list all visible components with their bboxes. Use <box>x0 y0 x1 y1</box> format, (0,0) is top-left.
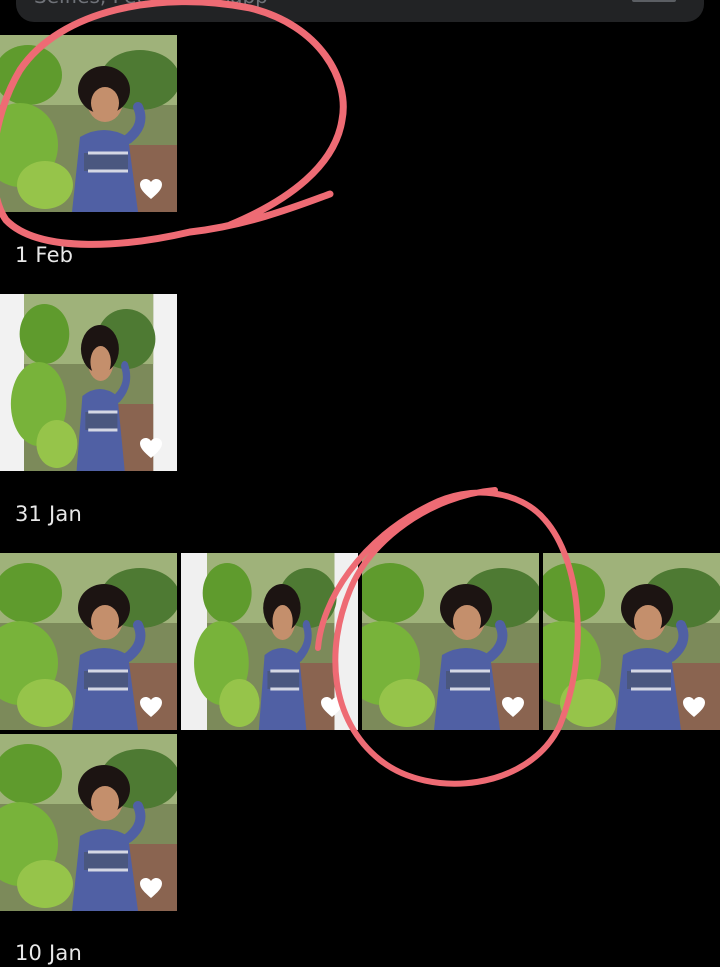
heart-icon <box>140 179 162 199</box>
search-bar[interactable]: Selfies, Pets, Whatsapp <box>16 0 704 22</box>
heart-icon <box>683 697 705 717</box>
search-handle <box>632 0 676 2</box>
heart-icon <box>140 878 162 898</box>
photo-thumbnail[interactable] <box>181 553 358 730</box>
date-header-1-feb: 1 Feb <box>15 243 74 267</box>
heart-icon <box>321 697 343 717</box>
photo-thumbnail[interactable] <box>0 35 177 212</box>
photo-thumbnail[interactable] <box>0 294 177 471</box>
heart-icon <box>140 697 162 717</box>
photo-thumbnail[interactable] <box>543 553 720 730</box>
photo-thumbnail[interactable] <box>0 734 177 911</box>
search-placeholder: Selfies, Pets, Whatsapp <box>34 0 268 8</box>
heart-icon <box>502 697 524 717</box>
heart-icon <box>140 438 162 458</box>
photo-thumbnail[interactable] <box>362 553 539 730</box>
date-header-31-jan: 31 Jan <box>15 502 82 526</box>
photo-thumbnail[interactable] <box>0 553 177 730</box>
date-header-10-jan: 10 Jan <box>15 941 82 965</box>
